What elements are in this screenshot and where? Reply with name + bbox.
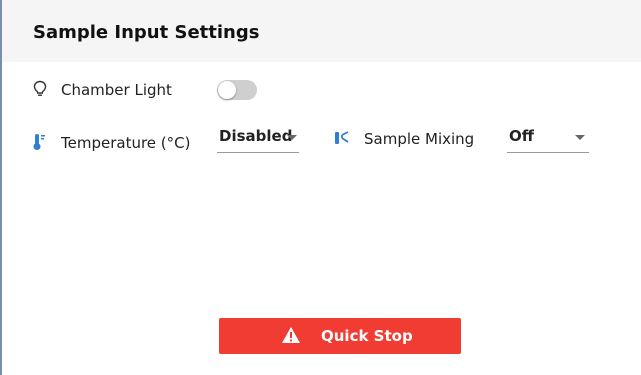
sample-mixing-label: Sample Mixing [364,130,475,148]
lightbulb-icon [33,80,47,102]
temperature-label: Temperature (°C) [61,134,191,152]
panel-header: Sample Input Settings [2,0,641,62]
chamber-light-toggle[interactable] [217,80,257,100]
toggle-knob [218,81,236,99]
chamber-light-label: Chamber Light [61,81,172,99]
quick-stop-label: Quick Stop [321,327,413,345]
page-title: Sample Input Settings [33,22,260,43]
temperature-value: Disabled [219,127,293,145]
sample-mixing-select[interactable]: Off [507,125,589,153]
mixing-icon [333,130,351,152]
warning-icon [281,326,301,348]
quick-stop-button[interactable]: Quick Stop [219,318,461,354]
thermometer-icon [32,133,48,155]
sample-mixing-value: Off [509,127,534,145]
chevron-down-icon [287,135,297,140]
temperature-select[interactable]: Disabled [217,125,299,153]
sample-input-settings-panel: Sample Input Settings Chamber Light Temp… [0,0,641,375]
chevron-down-icon [575,135,585,140]
